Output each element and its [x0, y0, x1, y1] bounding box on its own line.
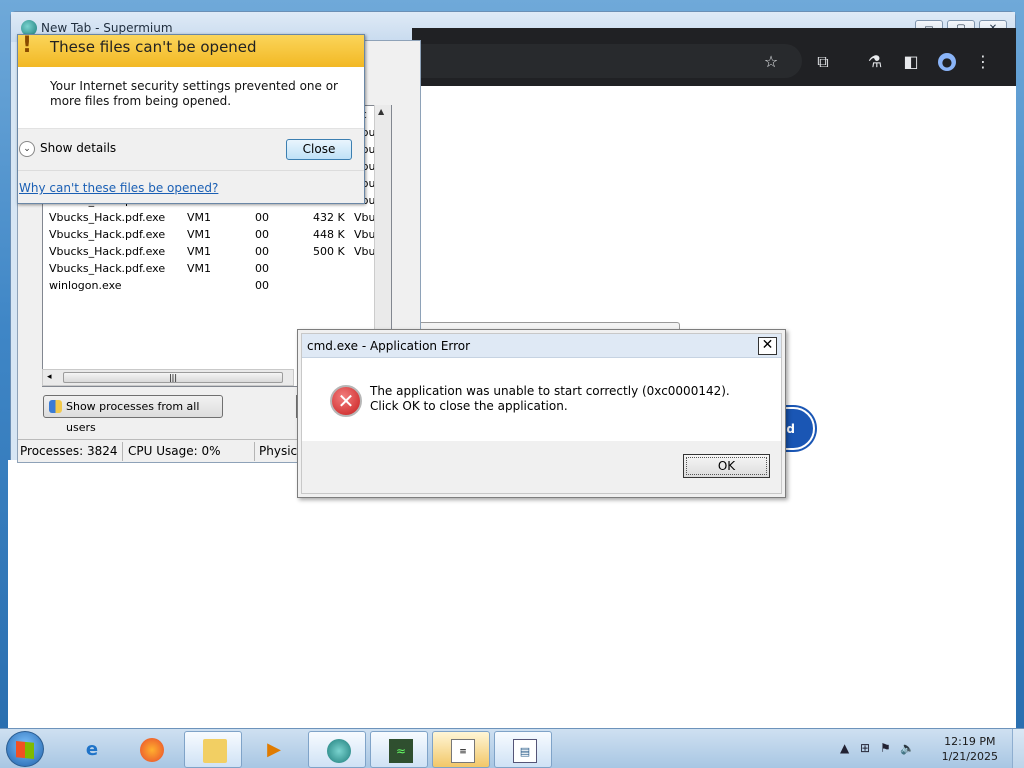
table-row[interactable]: Vbucks_Hack.pdf.exe VM1 00 500 K Vbuc	[43, 243, 391, 260]
dialog-close-button[interactable]: ✕	[758, 337, 777, 355]
scroll-up-icon[interactable]: ▲	[378, 107, 384, 116]
menu-icon[interactable]: ⋮	[974, 53, 992, 71]
show-desktop-button[interactable]	[1012, 729, 1024, 768]
document-icon: ▤	[513, 739, 537, 763]
clock-time: 12:19 PM	[944, 735, 996, 748]
table-row[interactable]: winlogon.exe 00	[43, 277, 391, 294]
ok-button[interactable]: OK	[683, 454, 770, 478]
show-all-label: Show processes from all users	[66, 400, 200, 434]
taskbar-taskmgr[interactable]: ≈	[370, 731, 428, 768]
browser-toolbar: ☆ ⧉ ⚗ ◧ ● ⋮	[412, 28, 1016, 86]
system-tray: ▲ ⊞ ⚑ 🔈 12:19 PM 1/21/2025	[834, 729, 1024, 768]
chevron-down-icon[interactable]: ⌄	[19, 141, 35, 157]
volume-muted-icon[interactable]: 🔈	[900, 741, 915, 755]
table-row[interactable]: Vbucks_Hack.pdf.exe VM1 00	[43, 260, 391, 277]
process-cpu: 00	[255, 245, 269, 258]
close-popup-button[interactable]: Close	[286, 139, 352, 160]
network-icon[interactable]: ⊞	[860, 741, 870, 755]
supermium-icon	[327, 739, 351, 763]
clock[interactable]: 12:19 PM 1/21/2025	[942, 734, 998, 764]
profile-icon[interactable]: ●	[938, 53, 956, 71]
taskbar: e ▶ ≈ ≡ ▤ ▲ ⊞ ⚑ 🔈 12:19 PM 1/21/2025	[0, 728, 1024, 768]
labs-icon[interactable]: ⚗	[866, 53, 884, 71]
internet-explorer-icon: e	[85, 739, 99, 760]
notepad-icon: ≡	[451, 739, 475, 763]
taskbar-media[interactable]: ▶	[244, 731, 302, 768]
browser-title: New Tab - Supermium	[41, 21, 173, 35]
application-error-dialog: cmd.exe - Application Error ✕ ✕ The appl…	[297, 329, 786, 498]
help-link[interactable]: Why can't these files be opened?	[19, 181, 218, 195]
table-row[interactable]: Vbucks_Hack.pdf.exe VM1 00 448 K Vbuc	[43, 226, 391, 243]
scroll-left-icon[interactable]: ◂	[47, 370, 52, 385]
table-row[interactable]: Vbucks_Hack.pdf.exe VM1 00 432 K Vbuc	[43, 209, 391, 226]
file-explorer-icon	[203, 739, 227, 763]
start-button[interactable]	[6, 731, 44, 767]
security-popup: ! These files can't be opened Your Inter…	[17, 34, 365, 204]
taskbar-ie[interactable]: e	[62, 731, 120, 768]
action-center-icon[interactable]: ⚑	[880, 741, 891, 755]
show-all-processes-button[interactable]: Show processes from all users	[43, 395, 223, 434]
taskbar-explorer[interactable]	[184, 731, 242, 768]
dialog-titlebar[interactable]: cmd.exe - Application Error ✕	[302, 334, 781, 358]
popup-title: These files can't be opened	[50, 38, 257, 56]
error-message: The application was unable to start corr…	[370, 384, 730, 413]
process-name: Vbucks_Hack.pdf.exe	[49, 262, 166, 275]
taskbar-supermium[interactable]	[308, 731, 366, 768]
process-memory: 432 K	[313, 211, 345, 224]
process-name: winlogon.exe	[49, 279, 122, 292]
media-player-icon: ▶	[267, 739, 281, 760]
horizontal-scrollbar[interactable]: ◂ |||	[42, 369, 294, 386]
process-name: Vbucks_Hack.pdf.exe	[49, 211, 166, 224]
popup-message: Your Internet security settings prevente…	[50, 79, 338, 108]
processes-count: Processes: 3824	[20, 444, 118, 458]
address-bar[interactable]	[412, 44, 802, 78]
taskbar-document[interactable]: ▤	[494, 731, 552, 768]
scroll-thumb[interactable]: |||	[63, 372, 283, 383]
process-user: VM1	[187, 228, 212, 241]
clock-date: 1/21/2025	[941, 750, 998, 763]
uac-shield-icon	[49, 400, 62, 413]
windows-logo-icon	[16, 741, 34, 759]
process-user: VM1	[187, 262, 212, 275]
task-manager-icon: ≈	[389, 739, 413, 763]
show-details-toggle[interactable]: Show details	[40, 141, 116, 155]
process-user: VM1	[187, 211, 212, 224]
firefox-icon	[140, 738, 164, 762]
process-cpu: 00	[255, 262, 269, 275]
process-memory: 448 K	[313, 228, 345, 241]
star-icon[interactable]: ☆	[762, 53, 780, 71]
side-panel-icon[interactable]: ◧	[902, 53, 920, 71]
dialog-title: cmd.exe - Application Error	[307, 339, 471, 353]
process-name: Vbucks_Hack.pdf.exe	[49, 228, 166, 241]
show-hidden-icons-icon[interactable]: ▲	[840, 741, 849, 755]
popup-header: ! These files can't be opened	[18, 35, 364, 67]
process-memory: 500 K	[313, 245, 345, 258]
taskbar-firefox[interactable]	[122, 731, 180, 768]
extensions-icon[interactable]: ⧉	[814, 53, 832, 71]
process-name: Vbucks_Hack.pdf.exe	[49, 245, 166, 258]
process-cpu: 00	[255, 228, 269, 241]
browser-page-left	[8, 460, 412, 760]
taskbar-notepad[interactable]: ≡	[432, 731, 490, 768]
warning-icon: !	[21, 33, 33, 58]
process-user: VM1	[187, 245, 212, 258]
process-cpu: 00	[255, 211, 269, 224]
error-icon: ✕	[330, 385, 362, 417]
cpu-usage: CPU Usage: 0%	[128, 444, 221, 458]
process-cpu: 00	[255, 279, 269, 292]
